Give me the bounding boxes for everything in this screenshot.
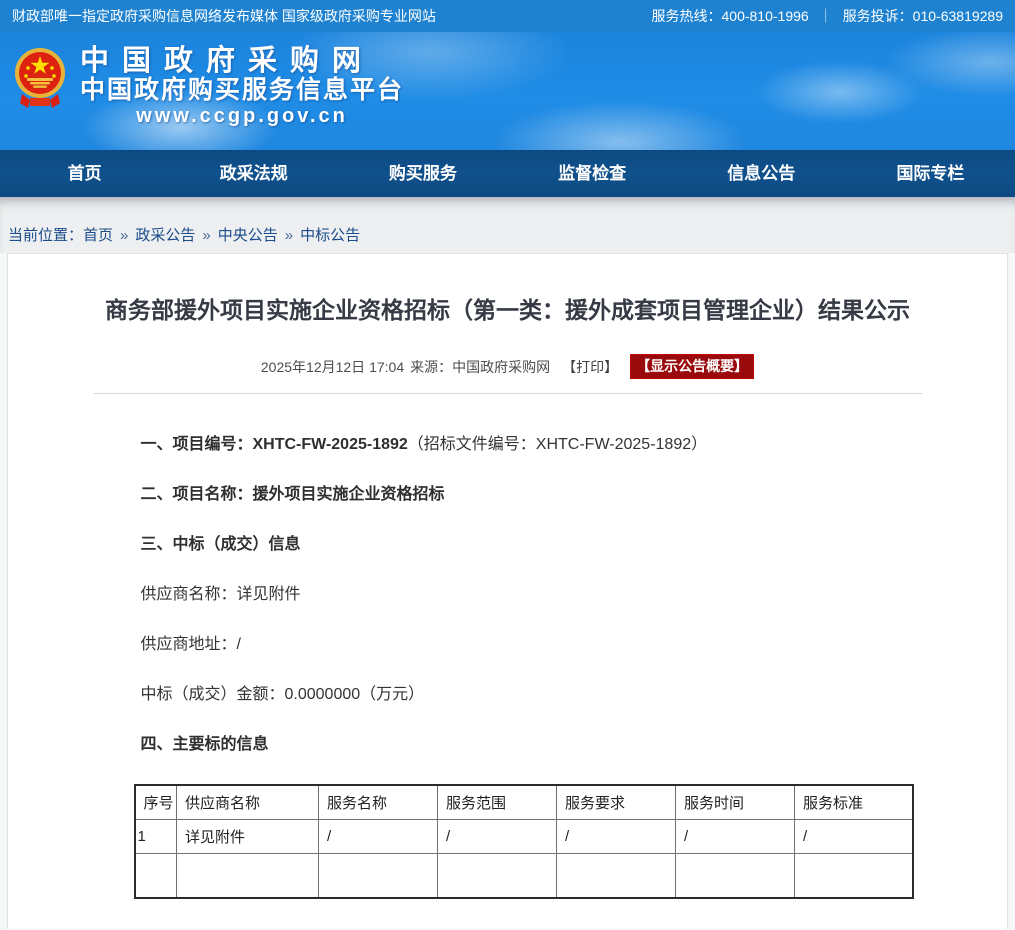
- service-hotline: 服务热线：400-810-1996: [652, 6, 809, 26]
- article-paragraph-4: 供应商地址：/: [141, 634, 923, 656]
- nav-item-1[interactable]: 政采法规: [169, 150, 338, 197]
- content-panel: 商务部援外项目实施企业资格招标（第一类：援外成套项目管理企业）结果公示 2025…: [7, 253, 1008, 929]
- table-cell: [177, 854, 319, 898]
- show-summary-button[interactable]: 【显示公告概要】: [630, 354, 754, 379]
- table-cell: [319, 854, 438, 898]
- table-row: [135, 854, 913, 898]
- article-paragraph-2: 三、中标（成交）信息: [141, 534, 923, 556]
- breadcrumb-separator: »: [202, 227, 210, 244]
- table-cell: /: [438, 820, 557, 854]
- table-cell: /: [557, 820, 676, 854]
- table-cell: 详见附件: [177, 820, 319, 854]
- table-cell: /: [676, 820, 795, 854]
- table-cell: [557, 854, 676, 898]
- nav-item-5[interactable]: 国际专栏: [846, 150, 1015, 197]
- main-nav: 首页政采法规购买服务监督检查信息公告国际专栏: [0, 150, 1015, 197]
- article-meta: 2025年12月12日 17:04 来源：中国政府采购网 【打印】 【显示公告概…: [93, 354, 923, 394]
- article-paragraph-1: 二、项目名称：援外项目实施企业资格招标: [141, 484, 923, 506]
- table-header-cell: 服务要求: [557, 785, 676, 820]
- topbar-separator: ｜: [819, 6, 833, 26]
- site-banner: 中国政府采购网 中国政府购买服务信息平台 www.ccgp.gov.cn: [0, 32, 1015, 150]
- table-cell: [135, 854, 177, 898]
- site-logo[interactable]: 中国政府采购网 中国政府购买服务信息平台 www.ccgp.gov.cn: [14, 46, 404, 128]
- table-cell: 1: [135, 820, 177, 854]
- table-cell: /: [795, 820, 913, 854]
- table-cell: [676, 854, 795, 898]
- site-title: 中国政府采购网: [80, 46, 404, 76]
- top-utility-bar: 财政部唯一指定政府采购信息网络发布媒体 国家级政府采购专业网站 服务热线：400…: [0, 0, 1015, 32]
- table-cell: [438, 854, 557, 898]
- site-subtitle: 中国政府购买服务信息平台: [80, 76, 404, 104]
- table-cell: [795, 854, 913, 898]
- article-source: 来源：中国政府采购网: [410, 357, 550, 377]
- site-slogan: 财政部唯一指定政府采购信息网络发布媒体 国家级政府采购专业网站: [12, 6, 436, 26]
- breadcrumb-strip: 当前位置：首页 » 政采公告 » 中央公告 » 中标公告: [0, 197, 1015, 253]
- table-header-cell: 服务名称: [319, 785, 438, 820]
- service-complaint: 服务投诉：010-63819289: [843, 6, 1003, 26]
- page-title: 商务部援外项目实施企业资格招标（第一类：援外成套项目管理企业）结果公示: [93, 294, 923, 326]
- print-button[interactable]: 【打印】: [562, 357, 618, 377]
- article-paragraph-0: 一、项目编号：XHTC-FW-2025-1892（招标文件编号：XHTC-FW-…: [141, 434, 923, 456]
- article-paragraph-6: 四、主要标的信息: [141, 734, 923, 756]
- table-header-cell: 服务范围: [438, 785, 557, 820]
- bid-result-table: 序号供应商名称服务名称服务范围服务要求服务时间服务标准1详见附件/////: [134, 784, 914, 899]
- nav-item-3[interactable]: 监督检查: [508, 150, 677, 197]
- breadcrumb-separator: »: [120, 227, 128, 244]
- table-header-cell: 服务时间: [676, 785, 795, 820]
- table-header-cell: 序号: [135, 785, 177, 820]
- breadcrumb-link-2[interactable]: 中央公告: [218, 227, 278, 244]
- nav-item-0[interactable]: 首页: [0, 150, 169, 197]
- article-paragraph-3: 供应商名称：详见附件: [141, 584, 923, 606]
- table-header-cell: 服务标准: [795, 785, 913, 820]
- nav-item-2[interactable]: 购买服务: [338, 150, 507, 197]
- article-paragraph-5: 中标（成交）金额：0.0000000（万元）: [141, 684, 923, 706]
- national-emblem-icon: [14, 46, 66, 108]
- publish-datetime: 2025年12月12日 17:04: [261, 357, 404, 377]
- breadcrumb-prefix: 当前位置：: [8, 227, 83, 244]
- site-url: www.ccgp.gov.cn: [80, 104, 404, 128]
- breadcrumb: 当前位置：首页 » 政采公告 » 中央公告 » 中标公告: [8, 224, 360, 245]
- table-header-cell: 供应商名称: [177, 785, 319, 820]
- article-body: 一、项目编号：XHTC-FW-2025-1892（招标文件编号：XHTC-FW-…: [93, 394, 923, 756]
- table-row: 1详见附件/////: [135, 820, 913, 854]
- breadcrumb-link-3[interactable]: 中标公告: [300, 227, 360, 244]
- breadcrumb-separator: »: [285, 227, 293, 244]
- nav-item-4[interactable]: 信息公告: [677, 150, 846, 197]
- table-cell: /: [319, 820, 438, 854]
- table-header-row: 序号供应商名称服务名称服务范围服务要求服务时间服务标准: [135, 785, 913, 820]
- breadcrumb-link-1[interactable]: 政采公告: [135, 227, 195, 244]
- breadcrumb-link-0[interactable]: 首页: [83, 227, 113, 244]
